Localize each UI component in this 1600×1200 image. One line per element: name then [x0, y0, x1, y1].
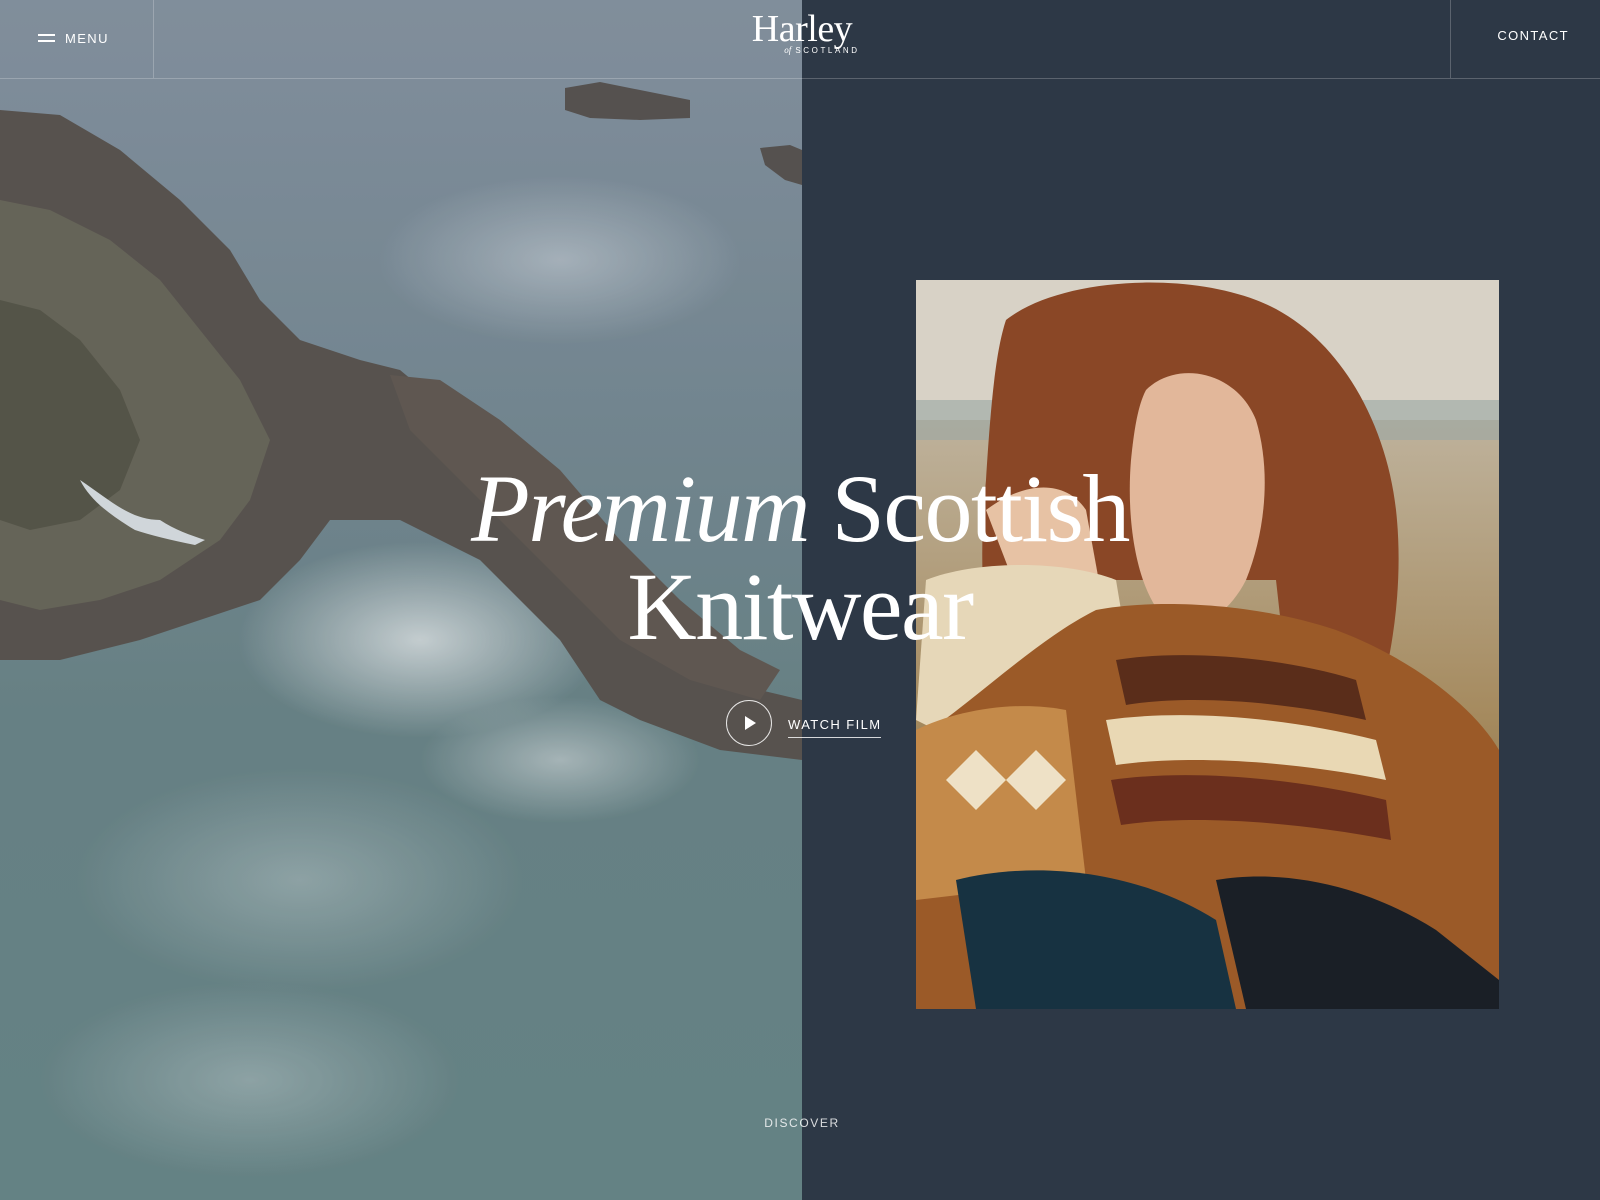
hero-title-line2: Knitwear — [627, 553, 974, 660]
discover-link[interactable]: DISCOVER — [700, 1116, 904, 1130]
hero-title-rest: Scottish — [831, 455, 1131, 562]
hero-title: Premium Scottish Knitwear — [420, 460, 1180, 656]
header-divider — [1450, 0, 1451, 78]
contact-link[interactable]: CONTACT — [1497, 28, 1569, 43]
menu-icon — [38, 34, 55, 42]
hero-title-italic: Premium — [471, 455, 810, 562]
logo-of: of — [784, 45, 792, 55]
logo-scotland: SCOTLAND — [795, 46, 860, 55]
menu-label: MENU — [65, 30, 109, 46]
watch-film-button[interactable]: WATCH FILM — [726, 700, 882, 746]
play-icon[interactable] — [726, 700, 772, 746]
brand-logo[interactable]: Harley of SCOTLAND — [700, 10, 904, 55]
logo-wordmark: Harley — [751, 8, 853, 50]
menu-button[interactable]: MENU — [38, 26, 109, 50]
header-divider — [153, 0, 154, 78]
site-header: MENU Harley of SCOTLAND CONTACT — [0, 0, 1600, 79]
logo-subtitle: of SCOTLAND — [700, 45, 904, 55]
watch-film-label[interactable]: WATCH FILM — [788, 717, 882, 738]
